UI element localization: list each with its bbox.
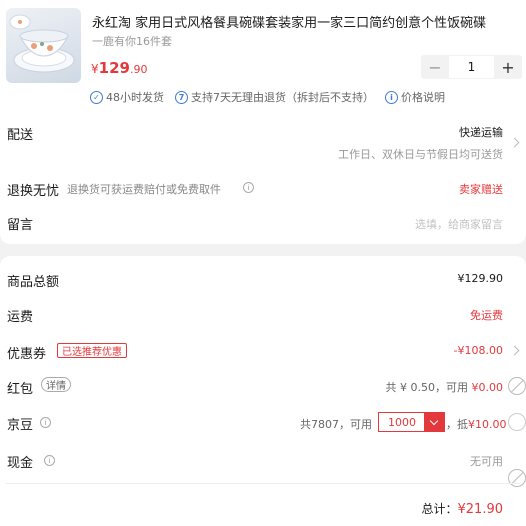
coupon-label: 优惠券 bbox=[7, 347, 47, 362]
product-price: ¥129.90 bbox=[91, 58, 147, 77]
info-icon[interactable]: i bbox=[44, 455, 55, 466]
tableware-image bbox=[9, 14, 75, 73]
price-integer: 129 bbox=[98, 59, 130, 77]
total-label: 总计： bbox=[421, 502, 458, 516]
service-price-info[interactable]: i 价格说明 bbox=[385, 89, 445, 105]
minus-button[interactable]: − bbox=[421, 55, 449, 79]
returns-desc: 退换货可获运费赔付或免费取件 bbox=[67, 183, 221, 196]
cash-radio[interactable] bbox=[508, 469, 526, 487]
total-value: ¥21.90 bbox=[457, 502, 504, 517]
chevron-right-icon bbox=[509, 137, 520, 148]
coupon-value: -¥108.00 bbox=[453, 344, 503, 357]
service-label: 支持7天无理由退货（拆封后不支持） bbox=[191, 91, 374, 104]
order-total: 总计：¥21.90 bbox=[421, 500, 503, 517]
cash-label: 现金 bbox=[7, 456, 34, 471]
cash-value: 无可用 bbox=[470, 455, 503, 468]
delivery-label: 配送 bbox=[7, 128, 34, 143]
seven-day-icon: 7 bbox=[175, 90, 188, 104]
delivery-time: 工作日、双休日与节假日均可送货 bbox=[338, 148, 503, 161]
shipping-label: 运费 bbox=[7, 310, 34, 325]
product-card: 永红淘 家用日式风格餐具碗碟套装家用一家三口简约创意个性饭碗碟 一鹿有你16件套… bbox=[0, 0, 526, 244]
beans-deduct: ，抵¥10.00 bbox=[446, 416, 507, 432]
shipping-value: 免运费 bbox=[470, 309, 503, 322]
beans-info: 共7807，可用 bbox=[300, 418, 372, 431]
redpacket-value: ¥0.00 bbox=[471, 381, 504, 394]
delivery-method: 快递运输 bbox=[459, 126, 503, 139]
redpacket-info-text: 共 ¥ 0.50，可用 bbox=[385, 381, 468, 394]
redpacket-detail-button[interactable]: 详情 bbox=[41, 377, 71, 392]
plus-button[interactable]: + bbox=[494, 55, 522, 79]
price-decimal: .90 bbox=[129, 63, 148, 76]
beans-input-value: 1000 bbox=[388, 415, 416, 429]
message-input[interactable]: 选填，给商家留言 bbox=[415, 216, 503, 232]
beans-radio[interactable] bbox=[508, 413, 526, 431]
divider bbox=[6, 483, 520, 484]
service-label: 价格说明 bbox=[401, 91, 445, 104]
info-icon[interactable]: i bbox=[243, 182, 254, 193]
beans-select[interactable]: 1000 bbox=[378, 412, 445, 432]
product-spec[interactable]: 一鹿有你16件套 bbox=[92, 33, 172, 49]
goods-total-label: 商品总额 bbox=[7, 275, 60, 290]
info-icon[interactable]: i bbox=[40, 417, 51, 428]
chevron-down-icon[interactable] bbox=[424, 413, 444, 431]
redpacket-radio[interactable] bbox=[508, 377, 526, 395]
service-label: 48小时发货 bbox=[106, 91, 164, 104]
price-symbol: ¥ bbox=[91, 62, 99, 76]
beans-label: 京豆 bbox=[7, 418, 34, 433]
coupon-badge: 已选推荐优惠 bbox=[57, 343, 127, 358]
quantity-stepper: − 1 + bbox=[421, 55, 522, 79]
redpacket-label: 红包 bbox=[7, 382, 34, 397]
redpacket-info: 共 ¥ 0.50，可用 ¥0.00 bbox=[386, 379, 503, 395]
service-fast-ship[interactable]: ✓ 48小时发货 bbox=[90, 89, 164, 105]
message-label: 留言 bbox=[7, 218, 34, 233]
service-tags: ✓ 48小时发货 7 支持7天无理由退货（拆封后不支持） i 价格说明 bbox=[90, 89, 456, 105]
service-7day-return[interactable]: 7 支持7天无理由退货（拆封后不支持） bbox=[175, 89, 374, 105]
check-circle-icon: ✓ bbox=[90, 90, 103, 104]
beans-deduct-prefix: ，抵 bbox=[446, 418, 468, 431]
quantity-input[interactable]: 1 bbox=[449, 55, 494, 79]
returns-value: 卖家赠送 bbox=[459, 183, 503, 196]
beans-deduct-value: ¥10.00 bbox=[468, 418, 507, 431]
returns-label: 退换无忧 bbox=[7, 184, 60, 199]
info-icon: i bbox=[385, 90, 398, 104]
product-thumbnail[interactable] bbox=[6, 8, 81, 83]
product-title[interactable]: 永红淘 家用日式风格餐具碗碟套装家用一家三口简约创意个性饭碗碟 bbox=[92, 12, 518, 31]
goods-total-value: ¥129.90 bbox=[457, 272, 504, 285]
